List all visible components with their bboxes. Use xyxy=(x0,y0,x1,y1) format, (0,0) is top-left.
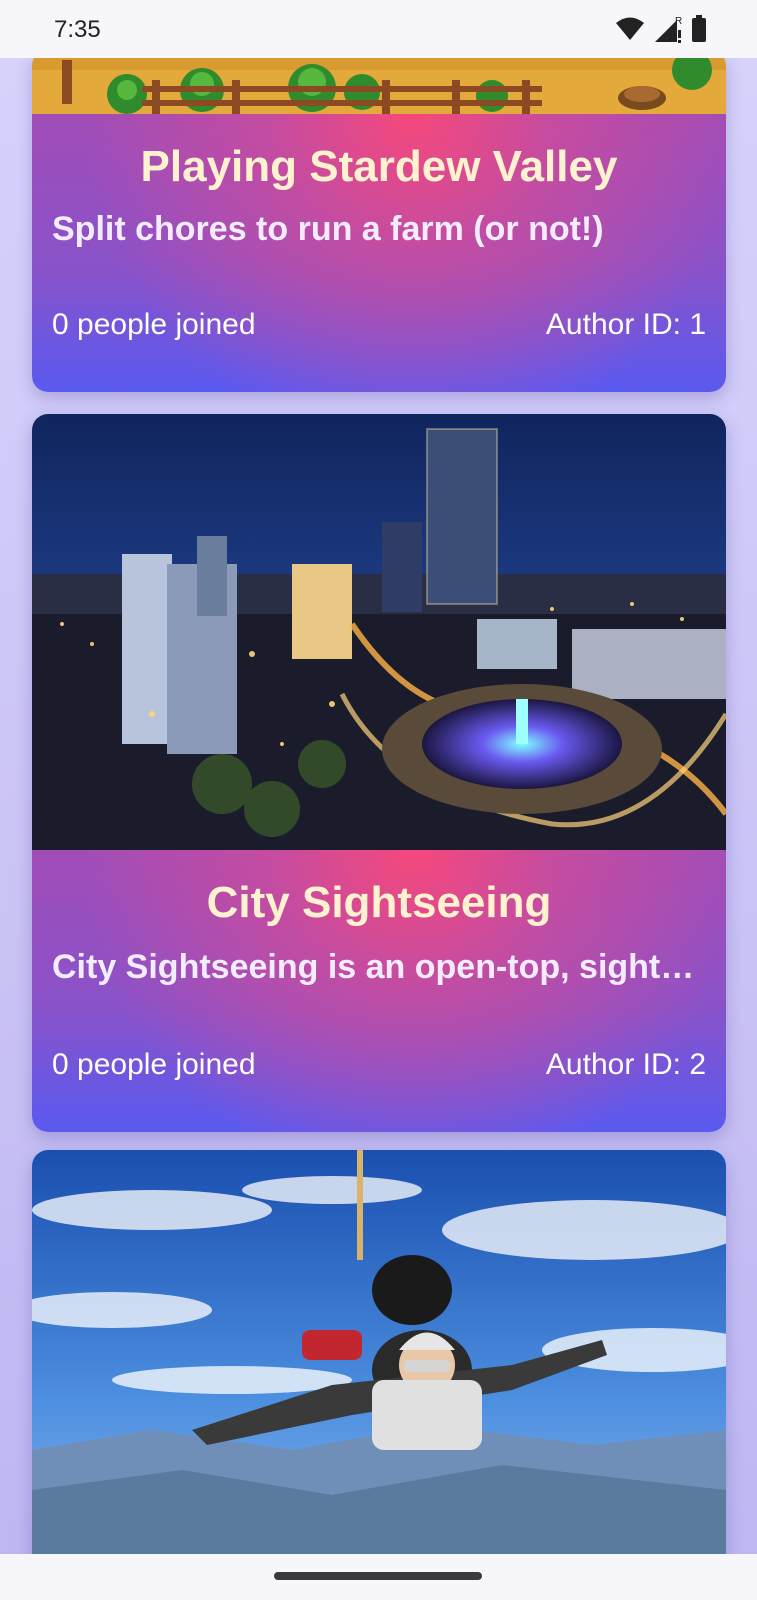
card-description: Split chores to run a farm (or not!) xyxy=(52,210,604,248)
navigation-bar xyxy=(0,1554,757,1600)
status-time: 7:35 xyxy=(54,16,101,43)
battery-icon xyxy=(691,15,707,43)
status-icons: R xyxy=(615,14,707,44)
status-bar: 7:35 R xyxy=(0,0,757,58)
activity-card[interactable]: Playing Stardew Valley Split chores to r… xyxy=(32,58,726,392)
svg-text:R: R xyxy=(675,16,682,27)
card-description: City Sightseeing is an open-top, sights… xyxy=(52,948,706,986)
people-joined-count: 0 people joined xyxy=(52,308,256,341)
activity-card[interactable] xyxy=(32,1150,726,1554)
people-joined-count: 0 people joined xyxy=(52,1048,256,1081)
activity-card[interactable]: City Sightseeing City Sightseeing is an … xyxy=(32,414,726,1132)
home-gesture-handle[interactable] xyxy=(274,1572,482,1580)
signal-roaming-icon: R xyxy=(653,14,683,44)
card-title: City Sightseeing xyxy=(206,878,552,927)
card-image xyxy=(32,58,726,114)
card-body: Playing Stardew Valley Split chores to r… xyxy=(32,114,726,392)
card-image xyxy=(32,1150,726,1554)
author-id: Author ID: 1 xyxy=(545,308,706,341)
card-body: City Sightseeing City Sightseeing is an … xyxy=(32,850,726,1132)
card-title: Playing Stardew Valley xyxy=(140,142,618,191)
activity-feed[interactable]: Playing Stardew Valley Split chores to r… xyxy=(0,58,757,1554)
card-image xyxy=(32,414,726,850)
author-id: Author ID: 2 xyxy=(545,1048,706,1081)
wifi-icon xyxy=(615,16,645,42)
